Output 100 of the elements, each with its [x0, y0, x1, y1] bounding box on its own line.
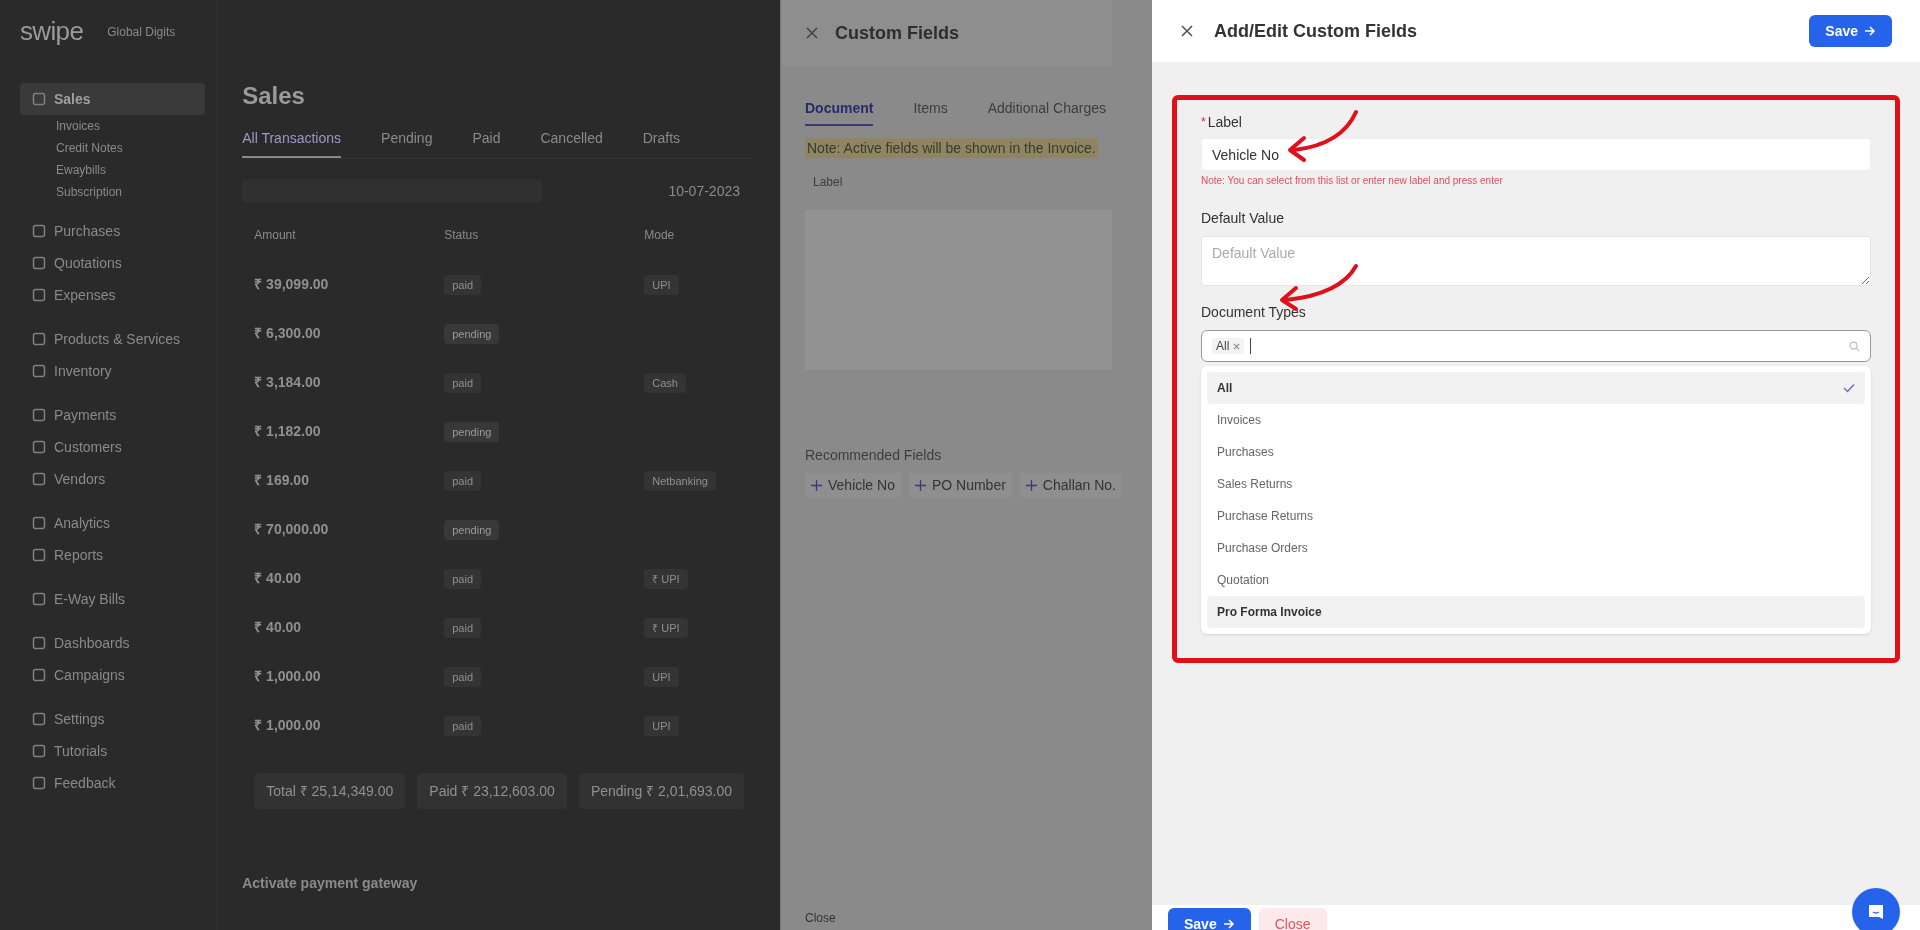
app-logo: swipe: [20, 15, 84, 48]
chat-icon: [1866, 902, 1886, 922]
sidebar-item[interactable]: Settings: [20, 703, 206, 735]
close-button[interactable]: Close: [805, 910, 836, 926]
sidebar-subitem[interactable]: Invoices: [56, 115, 101, 137]
select-field[interactable]: All: [1201, 330, 1871, 362]
sidebar-item[interactable]: E-Way Bills: [20, 583, 206, 615]
dropdown-option[interactable]: Purchase Returns: [1207, 500, 1865, 532]
chip-button[interactable]: PO Number: [908, 473, 1012, 497]
menu-icon: [32, 364, 46, 378]
tab[interactable]: Pending: [381, 128, 433, 158]
dropdown-option[interactable]: Purchases: [1207, 436, 1865, 468]
status-tag: paid: [444, 470, 481, 491]
note-text: Note: Active fields will be shown in the Invoice.: [805, 138, 1098, 158]
table-cell-text: ₹ 1,000.00: [254, 715, 322, 735]
status-tag: paid: [444, 372, 481, 393]
menu-icon: [32, 636, 46, 650]
sidebar-item[interactable]: Products & Services: [20, 323, 206, 355]
dropdown-option[interactable]: Quotation: [1207, 564, 1865, 596]
sidebar-item[interactable]: Expenses: [20, 279, 206, 311]
menu-icon: [32, 592, 46, 606]
sidebar-item[interactable]: Quotations: [20, 247, 206, 279]
sidebar-item[interactable]: Sales: [20, 83, 206, 115]
dropdown-option[interactable]: Pro Forma Invoice: [1207, 596, 1865, 628]
mode-tag: ₹ UPI: [644, 568, 688, 589]
tab[interactable]: Drafts: [642, 128, 681, 158]
sidebar-item[interactable]: Reports: [20, 539, 206, 571]
status-tag: paid: [444, 715, 481, 736]
text-cursor: [1250, 338, 1252, 354]
chip-button[interactable]: Challan No.: [1019, 473, 1122, 497]
close-icon[interactable]: [805, 26, 819, 40]
table-cell-text: ₹ 70,000.00: [254, 519, 330, 539]
sidebar-subitem[interactable]: Ewaybills: [56, 159, 106, 181]
plus-icon: [914, 479, 926, 491]
save-button[interactable]: Save: [1809, 15, 1892, 47]
chat-button[interactable]: [1852, 888, 1900, 930]
tab[interactable]: Paid: [472, 128, 501, 158]
column-header: Label: [813, 174, 844, 190]
status-tag: pending: [444, 323, 500, 344]
column-header: Status: [444, 227, 480, 243]
dropdown-option[interactable]: Sales Returns: [1207, 468, 1865, 500]
menu-icon: [32, 516, 46, 530]
chip-button[interactable]: Vehicle No: [805, 473, 901, 497]
menu-icon: [32, 548, 46, 562]
sidebar-item[interactable]: Vendors: [20, 463, 206, 495]
table-cell-text: ₹ 1,182.00: [254, 421, 322, 441]
sidebar-item[interactable]: Customers: [20, 431, 206, 463]
panel-title: Add/Edit Custom Fields: [1214, 20, 1417, 43]
mode-tag: UPI: [644, 274, 679, 295]
mode-tag: UPI: [644, 715, 679, 736]
close-button[interactable]: Close: [1258, 908, 1327, 930]
field-label: Default Value: [1201, 209, 1285, 228]
menu-icon: [32, 256, 46, 270]
arrow-icon: [1222, 918, 1235, 930]
table-cell-text: ₹ 40.00: [254, 617, 303, 637]
menu-icon: [32, 92, 46, 106]
menu-icon: [32, 332, 46, 346]
sidebar-item[interactable]: Feedback: [20, 767, 206, 799]
dropdown-option[interactable]: All: [1207, 372, 1865, 404]
menu-icon: [32, 440, 46, 454]
sidebar-subitem[interactable]: Subscription: [56, 181, 123, 203]
sidebar-item[interactable]: Inventory: [20, 355, 206, 387]
sidebar-item[interactable]: Campaigns: [20, 659, 206, 691]
tab[interactable]: All Transactions: [242, 128, 342, 158]
tab[interactable]: Cancelled: [540, 128, 603, 158]
tab[interactable]: Items: [913, 98, 948, 126]
menu-icon: [32, 776, 46, 790]
close-icon[interactable]: [1180, 24, 1194, 38]
sidebar-item[interactable]: Purchases: [20, 215, 206, 247]
sidebar-item[interactable]: Payments: [20, 399, 206, 431]
sidebar-subitem[interactable]: Credit Notes: [56, 137, 123, 159]
status-tag: paid: [444, 617, 481, 638]
menu-icon: [32, 288, 46, 302]
arrow-icon: [1864, 25, 1876, 37]
plus-icon: [811, 479, 822, 491]
tab[interactable]: Document: [805, 98, 874, 126]
sidebar-item[interactable]: Dashboards: [20, 627, 206, 659]
hint-text: Note: You can select from this list or enter new label and press enter: [1201, 174, 1504, 188]
dropdown-option[interactable]: Invoices: [1207, 404, 1865, 436]
save-button[interactable]: Save: [1168, 908, 1251, 930]
total-summary: Total ₹ 25,14,349.00: [254, 773, 406, 809]
required-mark: *: [1201, 114, 1206, 130]
table-cell-text: ₹ 169.00: [254, 470, 310, 490]
column-header: Amount: [254, 227, 297, 243]
menu-icon: [32, 668, 46, 682]
remove-icon[interactable]: [1233, 342, 1241, 350]
text-area[interactable]: Default Value: [1201, 236, 1871, 286]
gateway-title: Activate payment gateway: [242, 874, 419, 893]
sidebar-item[interactable]: Tutorials: [20, 735, 206, 767]
sidebar-item[interactable]: Analytics: [20, 507, 206, 539]
input-field[interactable]: Vehicle No: [1201, 138, 1871, 171]
mode-tag: UPI: [644, 666, 679, 687]
menu-icon: [32, 712, 46, 726]
section-title: Recommended Fields: [805, 446, 943, 465]
status-tag: pending: [444, 519, 500, 540]
dropdown-option[interactable]: Purchase Orders: [1207, 532, 1865, 564]
tab[interactable]: Additional Charges: [987, 98, 1106, 126]
date-text: 10-07-2023: [668, 182, 740, 201]
mode-tag: Netbanking: [644, 470, 716, 491]
field-label: Label: [1207, 113, 1242, 132]
